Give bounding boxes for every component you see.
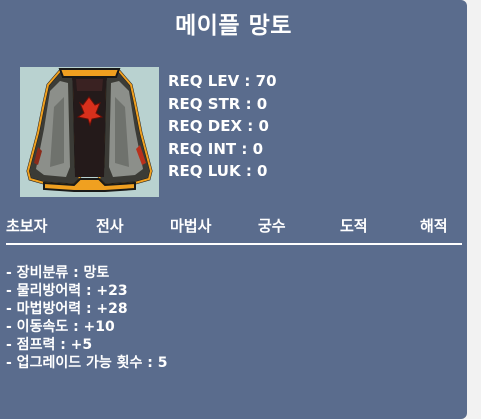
job-list: 초보자 전사 마법사 궁수 도적 해적 <box>0 215 467 237</box>
job-beginner: 초보자 <box>6 217 48 235</box>
cape-icon <box>20 67 159 197</box>
req-level: REQ LEV : 70 <box>168 72 277 90</box>
req-str: REQ STR : 0 <box>168 94 268 113</box>
stat-physical-defense: - 물리방어력 : +23 <box>6 283 128 299</box>
item-name: 메이플 망토 <box>175 13 292 39</box>
requirements-list: REQ LEV : 70 REQ STR : 0 REQ DEX : 0 REQ… <box>168 70 277 183</box>
item-tooltip: 메이플 망토 REQ LEV: 70 REQ STR: 0 REQ DEX … <box>0 0 467 419</box>
stats-list: - 장비분류 : 망토 - 물리방어력 : +23 - 마법방어력 : +28 … <box>6 264 167 372</box>
req-luk: REQ LUK : 0 <box>168 162 268 180</box>
stat-jump: - 점프력 : +5 <box>6 337 93 353</box>
divider <box>6 243 462 245</box>
req-dex: REQ DEX : 0 <box>168 117 269 135</box>
job-warrior: 전사 <box>96 217 124 235</box>
req-int: REQ INT : 0 <box>168 139 264 158</box>
job-pirate: 해적 <box>420 217 448 235</box>
job-magician: 마법사 <box>170 217 212 235</box>
job-thief: 도적 <box>340 217 368 235</box>
stat-speed: - 이동속도 : +10 <box>6 319 115 335</box>
job-bowman: 궁수 <box>258 217 286 235</box>
stat-upgrade-slots: - 업그레이드 가능 횟수 : 5 <box>6 355 168 371</box>
stat-category: - 장비분류 : 망토 <box>6 265 110 281</box>
stat-magic-defense: - 마법방어력 : +28 <box>6 301 128 317</box>
